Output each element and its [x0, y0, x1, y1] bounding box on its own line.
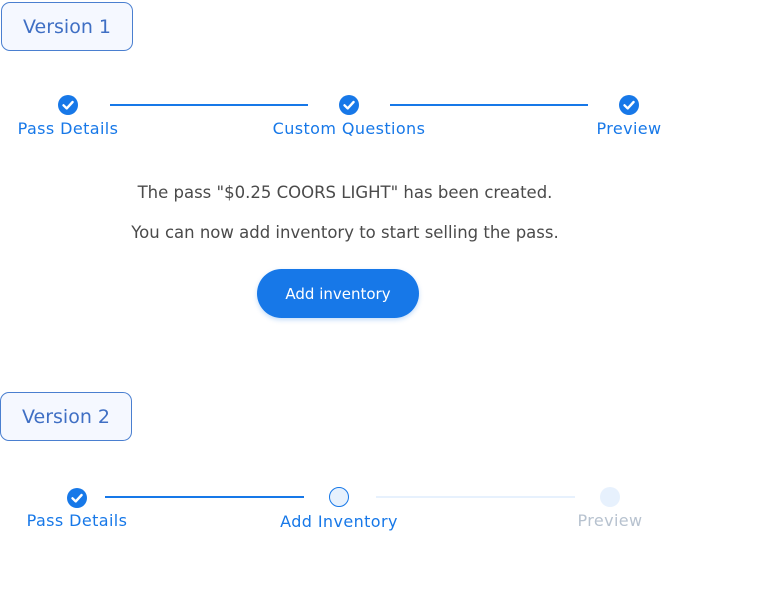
step-label-preview[interactable]: Preview [596, 119, 661, 138]
step-label-pass-details[interactable]: Pass Details [18, 119, 119, 138]
instruction-message: You can now add inventory to start selli… [131, 223, 559, 242]
stepper-connector-1 [105, 496, 304, 498]
step-label-add-inventory[interactable]: Add Inventory [280, 512, 398, 531]
checkmark-icon [58, 95, 78, 115]
checkmark-icon [67, 488, 87, 508]
version-2-tag: Version 2 [0, 392, 132, 441]
step-label-pass-details[interactable]: Pass Details [27, 511, 128, 530]
current-step-indicator [329, 487, 349, 507]
pending-step-indicator [600, 487, 620, 507]
step-label-custom-questions[interactable]: Custom Questions [273, 119, 426, 138]
step-label-preview: Preview [577, 511, 643, 530]
stepper-connector-1 [110, 104, 308, 106]
add-inventory-button[interactable]: Add inventory [257, 269, 419, 318]
stepper-connector-2 [376, 496, 575, 498]
success-message: The pass "$0.25 COORS LIGHT" has been cr… [137, 183, 553, 202]
stepper-connector-2 [390, 104, 588, 106]
version-1-tag: Version 1 [1, 2, 133, 51]
checkmark-icon [619, 95, 639, 115]
checkmark-icon [339, 95, 359, 115]
